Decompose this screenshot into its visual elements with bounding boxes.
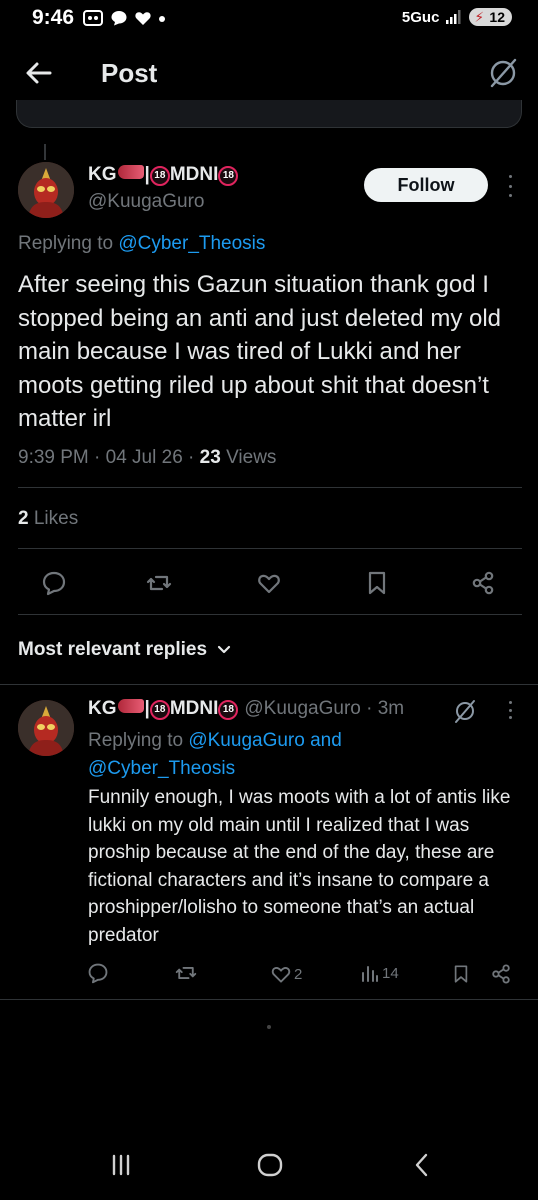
- more-options-icon[interactable]: [506, 175, 514, 197]
- reply-sort-dropdown[interactable]: Most relevant replies: [18, 639, 231, 661]
- bookmark-icon[interactable]: [364, 570, 390, 596]
- reply-views-action[interactable]: 14: [360, 963, 399, 983]
- like-icon: [271, 967, 291, 983]
- like-icon[interactable]: [256, 570, 282, 596]
- analytics-icon: [362, 966, 378, 982]
- reply-replying-to-line: Replying to @KuugaGuro and @Cyber_Theosi…: [88, 730, 342, 779]
- author-display-name[interactable]: KG | 18 MDNI 18: [88, 164, 239, 186]
- charging-icon: ⚡: [474, 9, 485, 25]
- thread-connector: [44, 144, 46, 160]
- divider: [18, 487, 522, 488]
- status-time: 9:46: [32, 6, 75, 29]
- more-notifications-dot-icon: [159, 16, 165, 22]
- no-under-18-badge-icon: 18: [149, 166, 170, 186]
- avatar-image: [18, 700, 74, 756]
- divider: [0, 999, 538, 1000]
- shoe-emoji-icon: [117, 699, 144, 713]
- reply-sort-label: Most relevant replies: [18, 639, 208, 660]
- reply-view-count: 14: [382, 964, 399, 982]
- chevron-down-icon: [217, 645, 231, 654]
- reply-header: KG | 18 MDNI 18 @KuugaGuro · 3m: [88, 698, 404, 720]
- view-count: 23: [199, 447, 221, 468]
- divider: [18, 614, 522, 615]
- post-body: After seeing this Gazun situation thank …: [18, 271, 502, 432]
- mention-link[interactable]: @Cyber_Theosis: [118, 233, 265, 254]
- reply-body: Funnily enough, I was moots with a lot o…: [88, 787, 511, 946]
- chat-bubble-icon: [111, 11, 127, 26]
- battery-indicator: ⚡ 12: [469, 8, 512, 26]
- mention-link[interactable]: @Cyber_Theosis: [88, 758, 235, 779]
- share-icon[interactable]: [490, 963, 512, 985]
- reply-like-action[interactable]: 2: [270, 963, 302, 985]
- repost-icon[interactable]: [175, 962, 197, 984]
- notification-icons: [82, 9, 166, 27]
- replying-to-line: Replying to @Cyber_Theosis: [18, 233, 266, 254]
- home-icon[interactable]: [253, 1148, 287, 1182]
- no-under-18-badge-icon: 18: [218, 166, 239, 186]
- reply-handle-time[interactable]: @KuugaGuro · 3m: [244, 698, 404, 720]
- reply-like-count: 2: [294, 965, 303, 983]
- no-under-18-badge-icon: 18: [149, 700, 170, 720]
- divider: [0, 684, 538, 685]
- reply-author-avatar[interactable]: [18, 700, 74, 756]
- repost-icon[interactable]: [146, 570, 172, 596]
- likes-summary[interactable]: 2 Likes: [18, 508, 78, 530]
- reply-author-display-name[interactable]: KG | 18 MDNI 18: [88, 698, 239, 720]
- divider: [18, 548, 522, 549]
- bookmark-icon[interactable]: [451, 963, 471, 985]
- grok-icon[interactable]: [488, 56, 518, 90]
- shoe-emoji-icon: [117, 165, 144, 179]
- previous-post-card-edge: [16, 100, 522, 128]
- status-bar: 9:46 5Guc ⚡ 12: [0, 0, 538, 40]
- screenshot-icon: [83, 10, 103, 26]
- reply-icon[interactable]: [87, 962, 109, 984]
- app-header: Post: [0, 44, 538, 104]
- author-handle[interactable]: @KuugaGuro: [88, 191, 204, 213]
- recent-apps-icon[interactable]: [104, 1148, 138, 1182]
- network-label: 5Guc: [401, 8, 440, 26]
- reply-more-options-icon[interactable]: [506, 701, 514, 719]
- battery-level: 12: [489, 9, 505, 25]
- author-avatar[interactable]: [18, 162, 74, 218]
- back-icon[interactable]: [405, 1148, 439, 1182]
- avatar-image: [18, 162, 74, 218]
- no-under-18-badge-icon: 18: [218, 700, 239, 720]
- share-icon[interactable]: [470, 570, 496, 596]
- loading-indicator: [267, 1025, 271, 1029]
- reply-icon[interactable]: [41, 570, 67, 596]
- follow-button[interactable]: Follow: [364, 168, 488, 202]
- post-metadata: 9:39 PM · 04 Jul 26 · 23 Views: [18, 447, 277, 468]
- page-title: Post: [101, 58, 158, 88]
- system-status: 5Guc ⚡ 12: [402, 8, 512, 26]
- system-navigation-bar: [0, 1134, 538, 1200]
- grok-icon[interactable]: [452, 697, 478, 725]
- post-timestamp: 9:39 PM · 04 Jul 26 ·: [18, 447, 200, 468]
- likes-count: 2: [18, 508, 29, 529]
- mention-link[interactable]: @KuugaGuro and: [188, 730, 341, 751]
- back-arrow-icon[interactable]: [24, 58, 54, 88]
- heart-notification-icon: [135, 12, 151, 25]
- signal-icon: [446, 10, 461, 24]
